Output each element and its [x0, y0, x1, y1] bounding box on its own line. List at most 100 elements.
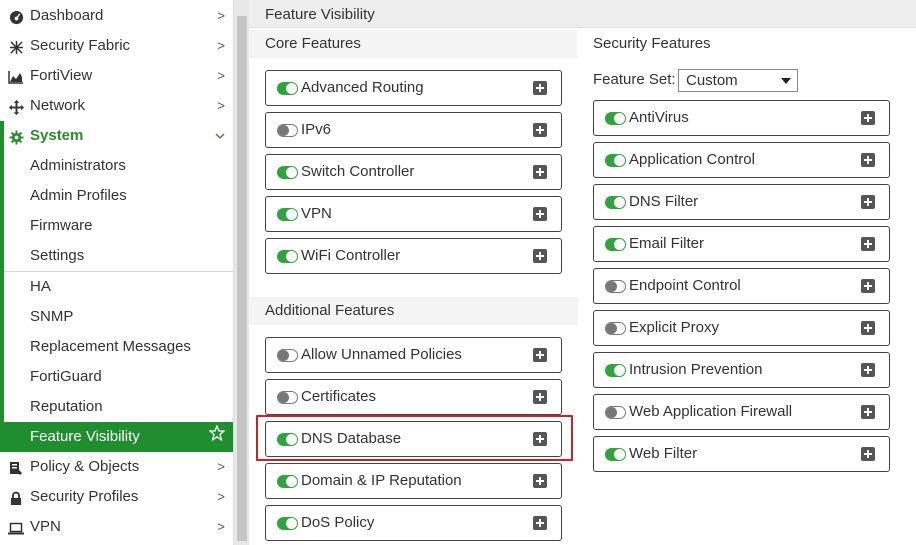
toggle-switch[interactable]: [277, 475, 298, 488]
main-content: Feature Visibility Core Features Advance…: [249, 0, 916, 545]
plus-icon[interactable]: [861, 321, 875, 335]
feature-ipv6[interactable]: IPv6: [265, 112, 562, 148]
plus-icon[interactable]: [533, 516, 547, 530]
nav-firmware[interactable]: Firmware: [0, 211, 233, 241]
feature-email-filter[interactable]: Email Filter: [593, 226, 890, 262]
toggle-switch[interactable]: [605, 364, 626, 377]
toggle-switch[interactable]: [605, 154, 626, 167]
feature-allow-unnamed-policies[interactable]: Allow Unnamed Policies: [265, 337, 562, 373]
plus-icon[interactable]: [533, 123, 547, 137]
plus-icon[interactable]: [861, 405, 875, 419]
plus-icon[interactable]: [861, 111, 875, 125]
feature-dns-filter[interactable]: DNS Filter: [593, 184, 890, 220]
nav-security-fabric[interactable]: Security Fabric >: [0, 31, 233, 61]
core-features-title: Core Features: [265, 35, 361, 52]
fortiview-icon: [8, 69, 24, 85]
feature-domain-ip-reputation[interactable]: Domain & IP Reputation: [265, 463, 562, 499]
chevron-right-icon: >: [217, 459, 225, 474]
nav-system-label: System: [30, 127, 84, 144]
plus-icon[interactable]: [533, 81, 547, 95]
nav-system[interactable]: System: [0, 121, 233, 151]
toggle-switch[interactable]: [277, 82, 298, 95]
feature-label: Web Application Firewall: [629, 403, 793, 420]
feature-endpoint-control[interactable]: Endpoint Control: [593, 268, 890, 304]
nav-policy-objects[interactable]: Policy & Objects >: [0, 452, 233, 482]
feature-intrusion-prevention[interactable]: Intrusion Prevention: [593, 352, 890, 388]
sidebar-scrollbar[interactable]: [233, 0, 249, 545]
feature-advanced-routing[interactable]: Advanced Routing: [265, 70, 562, 106]
chevron-right-icon: >: [217, 38, 225, 53]
nav-fortiguard-label: FortiGuard: [30, 368, 102, 385]
scrollbar-thumb[interactable]: [237, 16, 247, 541]
nav-dashboard[interactable]: Dashboard >: [0, 1, 233, 31]
nav-network[interactable]: Network >: [0, 91, 233, 121]
toggle-switch[interactable]: [605, 196, 626, 209]
feature-label: IPv6: [301, 121, 332, 138]
plus-icon[interactable]: [533, 249, 547, 263]
plus-icon[interactable]: [861, 447, 875, 461]
feature-label: Explicit Proxy: [629, 319, 720, 336]
nav-firmware-label: Firmware: [30, 217, 93, 234]
feature-set-select[interactable]: Custom: [678, 69, 798, 92]
nav-admin-profiles[interactable]: Admin Profiles: [0, 181, 233, 211]
toggle-switch[interactable]: [277, 208, 298, 221]
dashboard-icon: [8, 9, 24, 25]
feature-certificates[interactable]: Certificates: [265, 379, 562, 415]
feature-web-application-firewall[interactable]: Web Application Firewall: [593, 394, 890, 430]
feature-application-control[interactable]: Application Control: [593, 142, 890, 178]
feature-explicit-proxy[interactable]: Explicit Proxy: [593, 310, 890, 346]
toggle-switch[interactable]: [277, 391, 298, 404]
nav-vpn[interactable]: VPN >: [0, 512, 233, 542]
network-icon: [8, 99, 24, 115]
feature-label: Switch Controller: [301, 163, 415, 180]
feature-switch-controller[interactable]: Switch Controller: [265, 154, 562, 190]
toggle-switch[interactable]: [605, 112, 626, 125]
additional-features-header: Additional Features: [249, 297, 578, 325]
feature-wifi-controller[interactable]: WiFi Controller: [265, 238, 562, 274]
plus-icon[interactable]: [861, 195, 875, 209]
plus-icon[interactable]: [861, 279, 875, 293]
plus-icon[interactable]: [861, 363, 875, 377]
toggle-switch[interactable]: [277, 349, 298, 362]
plus-icon[interactable]: [533, 207, 547, 221]
toggle-switch[interactable]: [277, 517, 298, 530]
feature-antivirus[interactable]: AntiVirus: [593, 100, 890, 136]
plus-icon[interactable]: [533, 474, 547, 488]
nav-administrators[interactable]: Administrators: [0, 151, 233, 181]
nav-security-profiles[interactable]: Security Profiles >: [0, 482, 233, 512]
nav-fortiguard[interactable]: FortiGuard: [0, 362, 233, 392]
star-icon[interactable]: [208, 422, 226, 452]
nav-snmp[interactable]: SNMP: [0, 302, 233, 332]
feature-set-label: Feature Set:: [593, 71, 676, 88]
feature-dos-policy[interactable]: DoS Policy: [265, 505, 562, 541]
chevron-right-icon: >: [217, 98, 225, 113]
toggle-switch[interactable]: [277, 166, 298, 179]
toggle-switch[interactable]: [277, 250, 298, 263]
plus-icon[interactable]: [861, 237, 875, 251]
gear-icon: [8, 129, 24, 145]
toggle-switch[interactable]: [605, 406, 626, 419]
toggle-switch[interactable]: [277, 124, 298, 137]
toggle-switch[interactable]: [605, 280, 626, 293]
feature-web-filter[interactable]: Web Filter: [593, 436, 890, 472]
nav-ha[interactable]: HA: [0, 272, 233, 302]
plus-icon[interactable]: [861, 153, 875, 167]
additional-features-title: Additional Features: [265, 302, 395, 319]
nav-replacement-messages[interactable]: Replacement Messages: [0, 332, 233, 362]
feature-vpn[interactable]: VPN: [265, 196, 562, 232]
nav-settings[interactable]: Settings: [0, 241, 233, 271]
plus-icon[interactable]: [533, 165, 547, 179]
system-group-border: [0, 121, 4, 452]
toggle-switch[interactable]: [605, 238, 626, 251]
nav-snmp-label: SNMP: [30, 308, 74, 325]
feature-label: Certificates: [301, 388, 377, 405]
nav-fortiview[interactable]: FortiView >: [0, 61, 233, 91]
plus-icon[interactable]: [533, 390, 547, 404]
toggle-switch[interactable]: [605, 448, 626, 461]
feature-set-value: Custom: [686, 72, 738, 89]
chevron-right-icon: >: [217, 68, 225, 83]
toggle-switch[interactable]: [605, 322, 626, 335]
nav-reputation[interactable]: Reputation: [0, 392, 233, 422]
plus-icon[interactable]: [533, 348, 547, 362]
nav-feature-visibility[interactable]: Feature Visibility: [0, 422, 233, 452]
